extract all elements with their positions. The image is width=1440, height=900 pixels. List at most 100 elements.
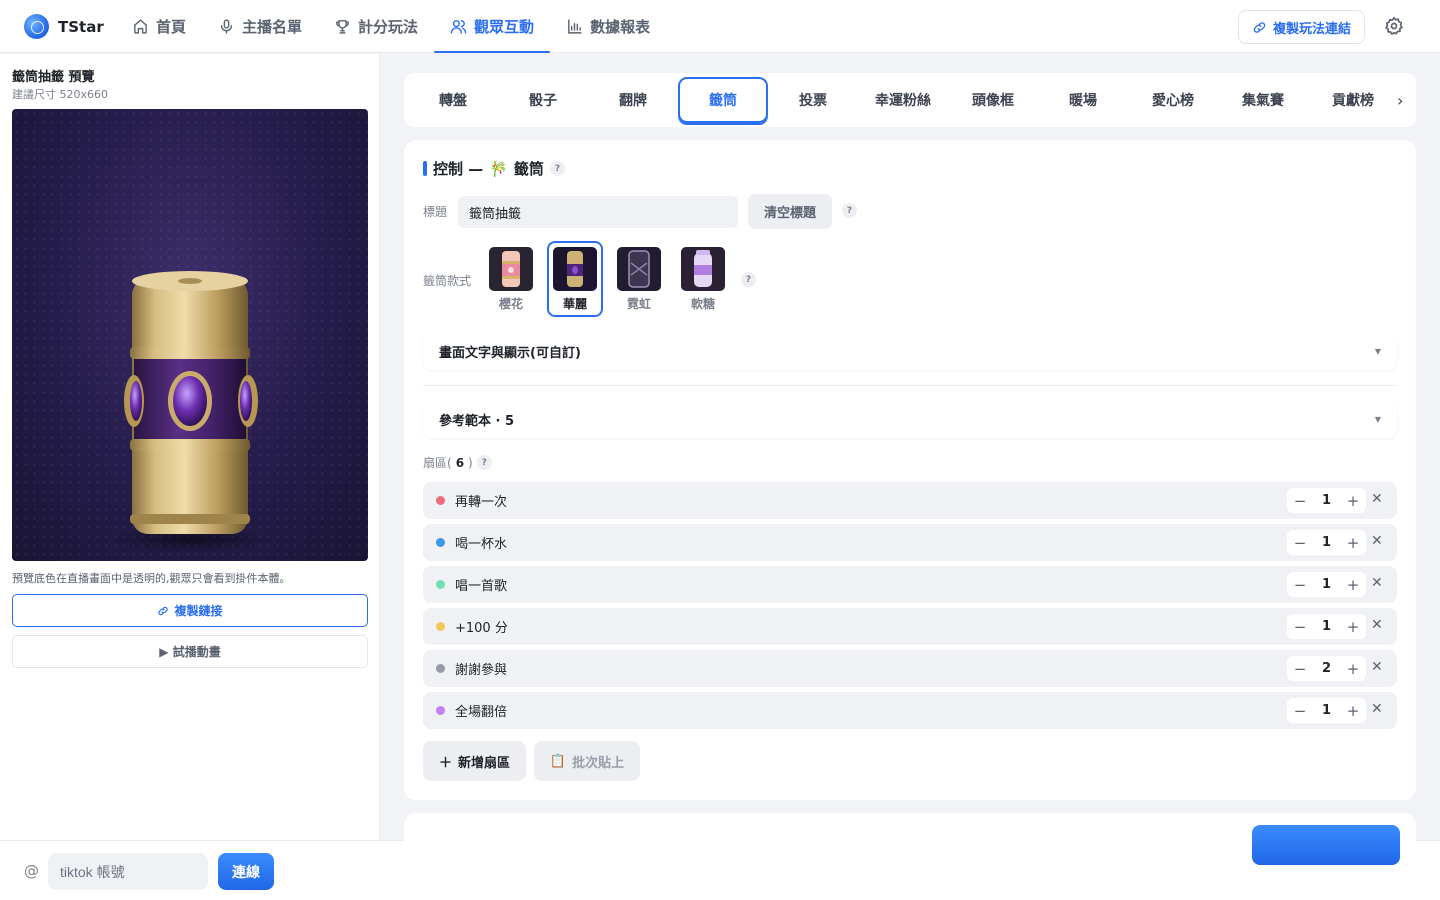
sector-color-dot — [436, 580, 445, 589]
batch-paste-button[interactable]: 📋 批次貼上 — [534, 741, 640, 781]
tab-gather[interactable]: 集氣賽 — [1218, 77, 1308, 123]
nav-item-streamers[interactable]: 主播名單 — [202, 0, 318, 53]
plus-icon[interactable]: + — [1346, 577, 1360, 592]
close-icon[interactable]: ✕ — [1371, 659, 1383, 675]
sector-label: 全場翻倍 — [455, 705, 508, 720]
close-icon[interactable]: ✕ — [1371, 701, 1383, 717]
add-sector-button[interactable]: ＋ 新增扇區 — [423, 741, 526, 781]
primary-action-button[interactable] — [1252, 825, 1400, 865]
batch-paste-label: 批次貼上 — [572, 755, 625, 771]
gear-icon[interactable] — [1384, 16, 1404, 36]
tab-dice[interactable]: 骰子 — [498, 77, 588, 123]
nav-item-reports[interactable]: 數據報表 — [550, 0, 666, 53]
title-label: 標題 — [423, 205, 448, 219]
nav-item-scoring[interactable]: 計分玩法 — [318, 0, 434, 53]
style-label: 籤筒款式 — [423, 274, 472, 288]
help-icon[interactable]: ? — [741, 272, 756, 287]
plus-icon[interactable]: + — [1346, 661, 1360, 676]
logo-icon — [24, 14, 49, 39]
tab-warmup[interactable]: 暖場 — [1038, 77, 1128, 123]
sector-label: 喝一杯水 — [455, 537, 508, 552]
preview-canvas — [12, 109, 368, 561]
sector-color-dot — [436, 538, 445, 547]
connect-button[interactable]: 連線 — [218, 853, 274, 890]
tab-lucky-fan[interactable]: 幸運粉絲 — [858, 77, 948, 123]
preview-panel: 籤筒抽籤 預覽 建議尺寸 520x660 預覽底色在直播畫面中是透明的,觀眾只會… — [0, 54, 380, 840]
plus-icon[interactable]: + — [1346, 703, 1360, 718]
plus-icon[interactable]: + — [1346, 535, 1360, 550]
sector-label: 謝謝參與 — [455, 663, 508, 678]
add-sector-label: 新增扇區 — [458, 755, 511, 771]
sector-count: 1 — [1321, 493, 1332, 508]
minus-icon[interactable]: − — [1293, 577, 1307, 592]
close-icon[interactable]: ✕ — [1371, 617, 1383, 633]
style-option-neon[interactable]: 霓虹 — [611, 241, 667, 317]
nav-label: 觀眾互動 — [474, 18, 535, 36]
nav-item-home[interactable]: 首頁 — [116, 0, 202, 53]
minus-icon[interactable]: − — [1293, 661, 1307, 676]
heading-prefix: 控制 — — [433, 160, 484, 178]
minus-icon[interactable]: − — [1293, 619, 1307, 634]
next-card-peek — [404, 813, 1416, 865]
preview-size-note: 建議尺寸 520x660 — [12, 88, 108, 101]
clear-title-button[interactable]: 清空標題 — [748, 194, 832, 229]
sector-row: 唱一首歌 − 1 + ✕ — [423, 566, 1397, 603]
caret-down-icon: ▼ — [1374, 414, 1381, 424]
title-input[interactable] — [458, 196, 738, 228]
minus-icon[interactable]: − — [1293, 493, 1307, 508]
text-display-collapse[interactable]: 畫面文字與顯示(可自訂) ▼ — [423, 332, 1397, 370]
sector-label: +100 分 — [455, 621, 508, 636]
tab-lottery-tube[interactable]: 籤筒 — [678, 77, 768, 123]
at-symbol: @ — [24, 862, 39, 880]
sector-count: 1 — [1321, 703, 1332, 718]
sector-label: 再轉一次 — [455, 495, 508, 510]
game-tabs: 轉盤 骰子 翻牌 籤筒 投票 幸運粉絲 頭像框 暖場 愛心榜 集氣賽 貢獻榜 › — [404, 73, 1416, 127]
luxury-thumb — [553, 247, 597, 291]
mic-icon — [220, 19, 233, 34]
plus-icon[interactable]: + — [1346, 493, 1360, 508]
nav-label: 首頁 — [156, 18, 187, 36]
tab-flip-card[interactable]: 翻牌 — [588, 77, 678, 123]
brand[interactable]: TStar — [24, 14, 104, 39]
tab-avatar-frame[interactable]: 頭像框 — [948, 77, 1038, 123]
quantity-stepper: − 1 + — [1287, 488, 1366, 513]
play-animation-button[interactable]: ▶ 試播動畫 — [12, 635, 368, 668]
minus-icon[interactable]: − — [1293, 535, 1307, 550]
style-option-gummy[interactable]: 軟糖 — [675, 241, 731, 317]
play-animation-label: ▶ 試播動畫 — [159, 645, 221, 659]
tab-wheel[interactable]: 轉盤 — [408, 77, 498, 123]
tab-heart-board[interactable]: 愛心榜 — [1128, 77, 1218, 123]
help-icon[interactable]: ? — [476, 455, 492, 470]
divider — [423, 385, 1397, 386]
reference-templates-collapse[interactable]: 參考範本 · 5 ▼ — [423, 400, 1397, 438]
tab-vote[interactable]: 投票 — [768, 77, 858, 123]
neon-thumb — [617, 247, 661, 291]
trophy-icon — [336, 20, 349, 34]
nav-label: 數據報表 — [590, 18, 651, 36]
close-icon[interactable]: ✕ — [1371, 533, 1383, 549]
preview-note: 預覽底色在直播畫面中是透明的,觀眾只會看到掛件本體。 — [12, 572, 291, 585]
sectors-label-suffix: ) — [468, 455, 473, 470]
sectors-label-prefix: 扇區( — [423, 456, 452, 470]
gummy-thumb — [681, 247, 725, 291]
style-option-luxury[interactable]: 華麗 — [547, 241, 603, 317]
sector-row: +100 分 − 1 + ✕ — [423, 608, 1397, 645]
sector-row: 喝一杯水 − 1 + ✕ — [423, 524, 1397, 561]
lottery-tube-illustration — [110, 271, 270, 553]
copy-link-button[interactable]: 複製鏈接 — [12, 594, 368, 627]
help-icon[interactable]: ? — [842, 203, 857, 218]
nav-item-audience[interactable]: 觀眾互動 — [434, 0, 551, 53]
tiktok-account-input[interactable] — [48, 853, 208, 890]
chevron-right-icon[interactable]: › — [1397, 91, 1403, 110]
sector-row: 全場翻倍 − 1 + ✕ — [423, 692, 1397, 729]
copy-gameplay-link-button[interactable]: 複製玩法連結 — [1238, 10, 1366, 44]
help-icon[interactable]: ? — [549, 161, 565, 176]
plus-icon[interactable]: + — [1346, 619, 1360, 634]
close-icon[interactable]: ✕ — [1371, 491, 1383, 507]
nav-label: 計分玩法 — [358, 18, 419, 36]
quantity-stepper: − 1 + — [1287, 698, 1366, 723]
tab-contribution-board[interactable]: 貢獻榜 — [1308, 77, 1398, 123]
close-icon[interactable]: ✕ — [1371, 575, 1383, 591]
style-option-sakura[interactable]: 櫻花 — [483, 241, 539, 317]
minus-icon[interactable]: − — [1293, 703, 1307, 718]
